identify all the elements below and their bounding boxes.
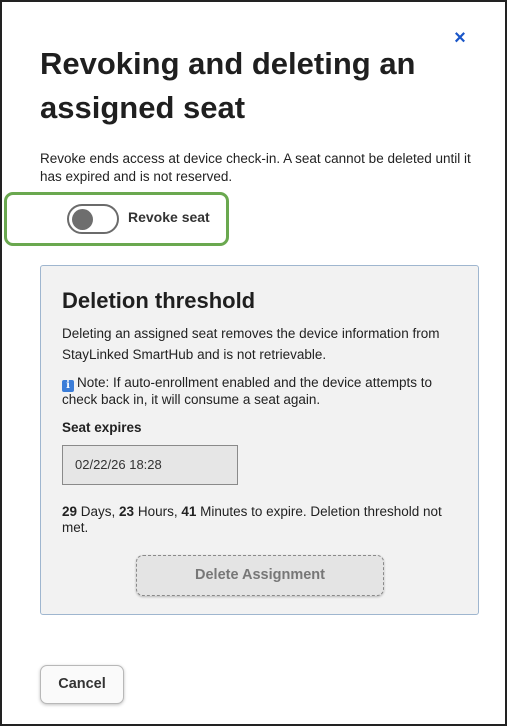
dialog-title: Revoking and deleting an assigned seat — [40, 46, 416, 125]
seat-expires-label: Seat expires — [62, 420, 142, 435]
minutes-value: 41 — [181, 504, 197, 519]
cancel-button[interactable]: Cancel — [40, 665, 124, 704]
seat-expires-field: 02/22/26 18:28 — [62, 445, 238, 485]
revoke-delete-dialog: × Revoking and deleting an assigned seat… — [0, 0, 507, 726]
panel-title: Deletion threshold — [62, 288, 256, 313]
days-unit: Days, — [77, 504, 120, 519]
revoke-seat-label: Revoke seat — [128, 209, 210, 225]
note-text: i Note: If auto-enrollment enabled and th… — [62, 375, 462, 408]
delete-assignment-button[interactable]: Delete Assignment — [136, 555, 384, 596]
panel-description: Deleting an assigned seat removes the de… — [62, 326, 440, 362]
hours-value: 23 — [119, 504, 135, 519]
expiry-countdown: 29 Days, 23 Hours, 41 Minutes to expire.… — [62, 504, 462, 536]
note-body: Note: If auto-enrollment enabled and the… — [62, 375, 432, 407]
hours-unit: Hours, — [134, 504, 182, 519]
deletion-threshold-panel: Deletion threshold Deleting an assigned … — [40, 265, 479, 615]
revoke-seat-toggle[interactable] — [67, 204, 119, 234]
days-value: 29 — [62, 504, 78, 519]
info-icon: i — [62, 380, 74, 392]
toggle-knob — [72, 209, 93, 230]
intro-text: Revoke ends access at device check-in. A… — [40, 151, 471, 184]
